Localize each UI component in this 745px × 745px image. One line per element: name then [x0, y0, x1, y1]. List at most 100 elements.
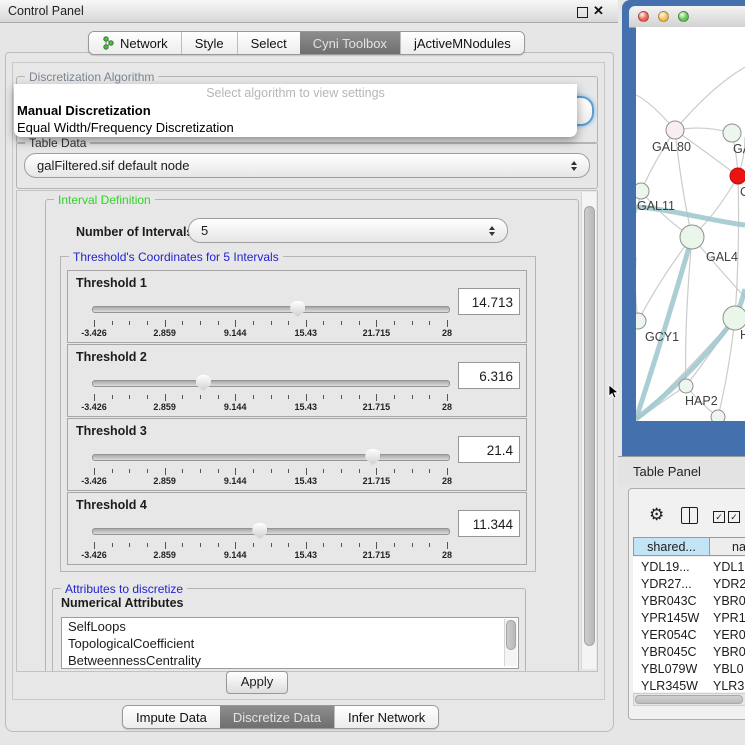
slider-tick [182, 543, 183, 547]
network-edge[interactable] [675, 67, 745, 130]
attribute-list-item[interactable]: SelfLoops [62, 618, 518, 635]
network-node[interactable] [730, 168, 745, 184]
tab-infer-network[interactable]: Infer Network [334, 706, 438, 728]
threshold-value-field[interactable]: 11.344 [458, 510, 520, 537]
network-view-window[interactable]: GAL80GACGAL11GAL4GCY1HHAP2 [622, 0, 745, 456]
cell-name: YER0 [713, 627, 745, 644]
algorithm-option[interactable]: Equal Width/Frequency Discretization [14, 119, 577, 136]
slider-tick [394, 469, 395, 473]
slider-tick [447, 468, 448, 475]
network-edge[interactable] [638, 237, 692, 321]
node-label: GA [733, 142, 745, 156]
thresholds-group-label: Threshold's Coordinates for 5 Intervals [69, 250, 283, 264]
slider-tick [306, 320, 307, 327]
network-node[interactable] [636, 313, 646, 329]
tick-label: 9.144 [209, 402, 261, 412]
tab-cyni-toolbox[interactable]: Cyni Toolbox [300, 32, 400, 54]
gear-icon[interactable]: ⚙ [649, 505, 664, 525]
threshold-value-field[interactable]: 6.316 [458, 362, 520, 389]
slider-thumb[interactable] [196, 375, 211, 391]
tab-network[interactable]: Network [89, 32, 181, 54]
slider-tick [165, 320, 166, 327]
threshold-value-field[interactable]: 21.4 [458, 436, 520, 463]
slider-tick [165, 468, 166, 475]
slider-tick [359, 395, 360, 399]
network-node[interactable] [723, 124, 741, 142]
settings-scrollbar[interactable] [581, 192, 596, 669]
threshold-slider[interactable]: -3.4262.8599.14415.4321.71528 [92, 297, 448, 341]
network-node[interactable] [723, 306, 745, 330]
network-edge[interactable] [636, 257, 638, 321]
column-header-name[interactable]: na [709, 537, 745, 556]
network-node[interactable] [636, 183, 649, 199]
threshold-slider[interactable]: -3.4262.8599.14415.4321.71528 [92, 445, 448, 489]
number-of-intervals-value: 5 [201, 223, 489, 238]
slider-thumb[interactable] [365, 449, 380, 465]
table-row[interactable]: YDR27...YDR2 [633, 576, 745, 593]
slider-tick [200, 321, 201, 325]
tab-jactivemnodules[interactable]: jActiveMNodules [400, 32, 524, 54]
table-row[interactable]: YLR345W YLR3 [633, 678, 745, 692]
checkbox-icon[interactable]: ✓ [728, 511, 740, 523]
tick-label: 9.144 [209, 550, 261, 560]
network-node[interactable] [666, 121, 684, 139]
slider-track[interactable] [92, 380, 450, 387]
mac-minimize-icon[interactable] [658, 11, 669, 22]
tab-discretize-data[interactable]: Discretize Data [220, 706, 334, 728]
slider-tick [235, 542, 236, 549]
cell-name: YLR3 [713, 678, 744, 692]
tick-label: 28 [421, 550, 473, 560]
close-icon[interactable]: ✕ [593, 3, 604, 19]
threshold-slider[interactable]: -3.4262.8599.14415.4321.71528 [92, 519, 448, 563]
algorithm-group-label: Discretization Algorithm [25, 70, 158, 84]
mac-close-icon[interactable] [638, 11, 649, 22]
cell-shared-name: YLR345W [641, 678, 698, 692]
network-edge[interactable] [735, 176, 739, 318]
attribute-list-item[interactable]: BetweennessCentrality [62, 652, 518, 669]
float-window-icon[interactable] [577, 7, 588, 18]
tab-label: jActiveMNodules [414, 36, 511, 51]
slider-thumb[interactable] [252, 523, 267, 539]
slider-tick [182, 395, 183, 399]
numerical-attributes-list[interactable]: SelfLoopsTopologicalCoefficientBetweenne… [61, 617, 519, 669]
table-row[interactable]: YBL079WYBL0 [633, 661, 745, 678]
tab-label: Impute Data [136, 710, 207, 725]
threshold-value-field[interactable]: 14.713 [458, 288, 520, 315]
split-view-icon[interactable] [681, 507, 698, 524]
tab-style[interactable]: Style [181, 32, 237, 54]
attribute-list-item[interactable]: TopologicalCoefficient [62, 635, 518, 652]
table-row[interactable]: YDL19...YDL1 [633, 559, 745, 576]
network-node[interactable] [679, 379, 693, 393]
slider-tick [182, 469, 183, 473]
node-label: C [740, 185, 745, 199]
table-row[interactable]: YBR045CYBR0 [633, 644, 745, 661]
network-node[interactable] [711, 410, 725, 421]
slider-thumb[interactable] [290, 301, 305, 317]
network-node[interactable] [680, 225, 704, 249]
slider-tick [341, 543, 342, 547]
mac-zoom-icon[interactable] [678, 11, 689, 22]
slider-track[interactable] [92, 306, 450, 313]
table-row[interactable]: YER054CYER0 [633, 627, 745, 644]
table-horizontal-scrollbar[interactable] [633, 693, 745, 706]
number-of-intervals-combobox[interactable]: 5 [188, 218, 508, 243]
network-canvas[interactable]: GAL80GACGAL11GAL4GCY1HHAP2 [636, 27, 745, 421]
attributes-list-scrollbar[interactable] [504, 619, 517, 666]
column-header-shared[interactable]: shared... [633, 537, 710, 556]
node-label: H [740, 328, 745, 342]
slider-tick [147, 395, 148, 399]
slider-tick [218, 321, 219, 325]
slider-track[interactable] [92, 528, 450, 535]
tick-label: 15.43 [280, 328, 332, 338]
tab-select[interactable]: Select [237, 32, 300, 54]
tab-impute-data[interactable]: Impute Data [123, 706, 220, 728]
table-row[interactable]: YBR043CYBR0 [633, 593, 745, 610]
table-data-combobox[interactable]: galFiltered.sif default node [24, 153, 590, 178]
algorithm-option[interactable]: Manual Discretization [14, 102, 577, 119]
table-row[interactable]: YPR145WYPR1 [633, 610, 745, 627]
apply-button[interactable]: Apply [226, 671, 288, 694]
threshold-slider[interactable]: -3.4262.8599.14415.4321.71528 [92, 371, 448, 415]
table-data-value: galFiltered.sif default node [37, 158, 571, 173]
checkbox-icon[interactable]: ✓ [713, 511, 725, 523]
slider-track[interactable] [92, 454, 450, 461]
